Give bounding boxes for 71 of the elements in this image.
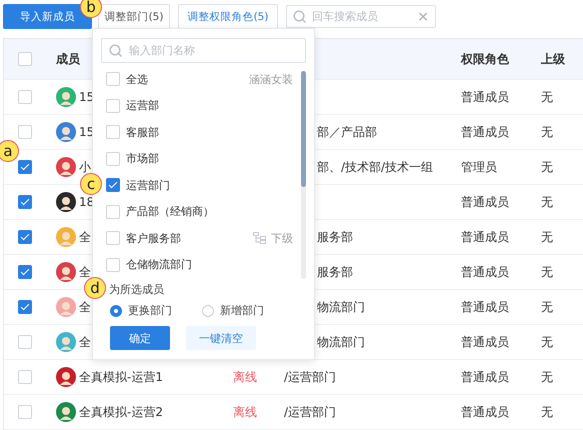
row-checkbox[interactable] <box>18 195 32 209</box>
row-checkbox[interactable] <box>18 230 32 244</box>
member-name: 小 <box>79 158 91 176</box>
clear-all-button[interactable]: 一键清空 <box>186 326 256 350</box>
superior-text: 无 <box>541 334 553 350</box>
role-text: 普通成员 <box>461 124 509 140</box>
search-icon <box>293 10 307 24</box>
department-option[interactable]: 运营部 <box>126 98 159 114</box>
mode-radio[interactable] <box>110 304 122 316</box>
superior-text: 无 <box>541 158 553 176</box>
department-option[interactable]: 市场部 <box>126 151 159 166</box>
adjust-department-button[interactable]: 调整部门(5) <box>98 4 170 29</box>
member-name: 全 <box>79 228 91 246</box>
department-option[interactable]: 客服部 <box>126 124 159 140</box>
role-text: 普通成员 <box>461 298 509 316</box>
confirm-button[interactable]: 确定 <box>110 326 170 350</box>
department-text: 服务部 <box>317 228 353 246</box>
callout-marker: d <box>84 277 106 299</box>
apply-label: 为所选成员 <box>109 282 164 297</box>
member-name: 全 <box>79 298 91 316</box>
superior-text: 无 <box>541 194 553 210</box>
department-text: 物流部门 <box>317 334 365 350</box>
status-text: 离线 <box>233 368 257 386</box>
department-option[interactable]: 仓储物流部门 <box>126 257 192 272</box>
role-text: 普通成员 <box>461 368 509 386</box>
superior-text: 无 <box>541 228 553 246</box>
search-icon <box>109 44 123 58</box>
role-text: 管理员 <box>461 158 497 176</box>
department-text: 物流部门 <box>317 298 365 316</box>
column-header: 权限角色 <box>461 50 509 68</box>
column-header: 成员 <box>56 50 80 68</box>
member-name: 全真模拟-运营1 <box>79 368 163 386</box>
row-checkbox[interactable] <box>18 160 32 174</box>
department-option[interactable]: 运营部门 <box>126 178 170 193</box>
department-option[interactable]: 客户服务部 <box>126 230 181 246</box>
mode-option[interactable]: 更换部门 <box>128 303 172 318</box>
scrollbar[interactable] <box>301 71 306 279</box>
company-name: 涵涵女装 <box>249 72 293 87</box>
role-text: 普通成员 <box>461 404 509 420</box>
column-header: 上级 <box>541 50 565 68</box>
superior-text: 无 <box>541 298 553 316</box>
callout-marker: c <box>80 173 102 195</box>
status-text: 离线 <box>233 404 257 420</box>
role-text: 普通成员 <box>461 228 509 246</box>
department-text: /运营部门 <box>284 404 336 420</box>
department-checkbox[interactable] <box>106 178 120 192</box>
department-text: 部／产品部 <box>317 124 377 140</box>
role-text: 普通成员 <box>461 264 509 280</box>
member-name: 全真模拟-运营2 <box>79 404 163 420</box>
member-name: 全 <box>79 334 91 350</box>
department-text: 部、/技术部/技术一组 <box>317 158 434 176</box>
row-checkbox[interactable] <box>18 300 32 314</box>
role-text: 普通成员 <box>461 194 509 210</box>
mode-option[interactable]: 新增部门 <box>220 303 264 318</box>
superior-text: 无 <box>541 264 553 280</box>
callout-marker: a <box>0 140 19 162</box>
superior-text: 无 <box>541 124 553 140</box>
callout-marker: b <box>80 0 102 18</box>
department-option[interactable]: 全选 <box>126 72 148 87</box>
superior-text: 无 <box>541 88 553 106</box>
department-option[interactable]: 产品部（经销商） <box>126 204 214 220</box>
hierarchy-icon <box>253 232 266 244</box>
superior-text: 无 <box>541 368 553 386</box>
role-text: 普通成员 <box>461 334 509 350</box>
role-text: 普通成员 <box>461 88 509 106</box>
row-checkbox[interactable] <box>18 265 32 279</box>
department-text: /运营部门 <box>284 368 336 386</box>
adjust-role-button[interactable]: 调整权限角色(5) <box>178 4 278 29</box>
superior-text: 无 <box>541 404 553 420</box>
select-all-checkbox[interactable] <box>18 52 32 66</box>
department-text: 服务部 <box>317 264 353 280</box>
